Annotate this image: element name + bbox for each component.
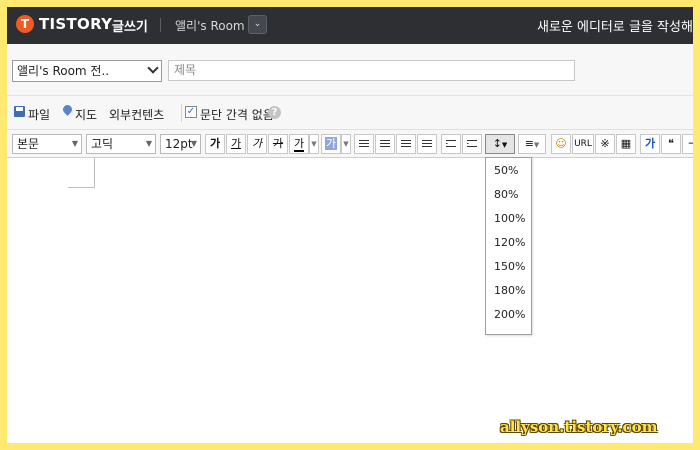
list-button[interactable]: ≡▼ bbox=[518, 134, 546, 154]
font-family-select[interactable]: 고딕 ▼ bbox=[86, 134, 156, 154]
map-pin-icon[interactable] bbox=[62, 105, 73, 118]
box-button[interactable]: 가 bbox=[640, 134, 660, 154]
divider bbox=[160, 18, 161, 32]
title-row: 앨리's Room 전.. 제목 bbox=[7, 44, 693, 96]
external-content-button[interactable]: 외부컨텐츠 bbox=[109, 106, 164, 123]
line-height-option-150[interactable]: 150% bbox=[494, 260, 525, 273]
title-input[interactable]: 제목 bbox=[168, 60, 575, 81]
font-color-button[interactable]: 가 bbox=[289, 134, 309, 154]
help-icon[interactable]: ? bbox=[268, 106, 281, 119]
strikethrough-button[interactable]: 가 bbox=[268, 134, 288, 154]
indent-icon bbox=[446, 140, 456, 149]
url-button[interactable]: URL bbox=[572, 134, 594, 154]
align-center-icon bbox=[380, 140, 390, 149]
line-height-menu: 50% 80% 100% 120% 150% 180% 200% bbox=[485, 157, 532, 335]
page-corner-marker bbox=[68, 158, 95, 188]
outdent-button[interactable] bbox=[462, 134, 482, 154]
top-bar: T TISTORY 글쓰기 앨리's Room ⌄ 새로운 에디터로 글을 작성… bbox=[7, 7, 693, 44]
align-center-button[interactable] bbox=[375, 134, 395, 154]
triangle-down-icon: ▼ bbox=[145, 139, 152, 148]
asterisk-icon: ※ bbox=[600, 137, 610, 150]
numbered-list-icon: ≡ bbox=[524, 137, 534, 150]
table-button[interactable]: ▦ bbox=[616, 134, 636, 154]
align-left-icon bbox=[359, 140, 369, 149]
font-family-value: 고딕 bbox=[91, 137, 114, 151]
horizontal-line-icon: ─ bbox=[688, 137, 693, 150]
format-toolbar: 본문 ▼ 고딕 ▼ 12pt ▼ 가 가 가 가 가 ▼ 가 ▼ ↕▼ ≡▼ ☺ UR… bbox=[7, 130, 693, 158]
paragraph-gap-checkbox[interactable]: ✓ bbox=[185, 106, 197, 118]
map-button[interactable]: 지도 bbox=[75, 106, 97, 123]
line-height-icon: ↕ bbox=[492, 137, 502, 150]
italic-button[interactable]: 가 bbox=[247, 134, 267, 154]
new-editor-link[interactable]: 새로운 에디터로 글을 작성해 bbox=[537, 16, 693, 35]
line-height-option-200[interactable]: 200% bbox=[494, 308, 525, 321]
triangle-down-icon: ▼ bbox=[190, 139, 197, 148]
tistory-logo[interactable]: TISTORY bbox=[39, 15, 112, 33]
line-height-option-180[interactable]: 180% bbox=[494, 284, 525, 297]
file-button[interactable]: 파일 bbox=[28, 106, 50, 123]
bold-button[interactable]: 가 bbox=[205, 134, 225, 154]
highlight-dropdown[interactable]: ▼ bbox=[341, 134, 351, 154]
font-color-label: 가 bbox=[293, 137, 305, 152]
justify-button[interactable] bbox=[417, 134, 437, 154]
quote-button[interactable]: ❝ bbox=[661, 134, 681, 154]
align-right-button[interactable] bbox=[396, 134, 416, 154]
table-icon: ▦ bbox=[620, 137, 632, 150]
file-icon[interactable] bbox=[14, 106, 25, 117]
paragraph-gap-label: 문단 간격 없음 bbox=[200, 108, 274, 122]
font-size-select[interactable]: 12pt ▼ bbox=[160, 134, 201, 154]
chevron-down-icon bbox=[147, 62, 159, 74]
divider-line-button[interactable]: ─ bbox=[682, 134, 693, 154]
font-size-value: 12pt bbox=[165, 137, 193, 151]
underline-button[interactable]: 가 bbox=[226, 134, 246, 154]
highlight-button[interactable]: 가 bbox=[321, 134, 341, 154]
attach-toolbar: 파일 지도 외부컨텐츠 ✓ 문단 간격 없음 ? bbox=[7, 96, 693, 130]
editor-window: T TISTORY 글쓰기 앨리's Room ⌄ 새로운 에디터로 글을 작성… bbox=[7, 7, 693, 443]
special-char-button[interactable]: ※ bbox=[595, 134, 615, 154]
smiley-icon: ☺ bbox=[555, 137, 567, 150]
line-height-option-80[interactable]: 80% bbox=[494, 188, 518, 201]
line-height-option-120[interactable]: 120% bbox=[494, 236, 525, 249]
justify-icon bbox=[422, 140, 432, 149]
triangle-down-icon: ▼ bbox=[71, 139, 78, 148]
page-title: 글쓰기 bbox=[112, 20, 148, 35]
category-value: 앨리's Room 전.. bbox=[17, 64, 110, 78]
triangle-down-icon: ▼ bbox=[501, 141, 508, 149]
line-height-button[interactable]: ↕▼ bbox=[485, 134, 515, 154]
triangle-down-icon: ▼ bbox=[533, 141, 540, 149]
line-height-option-50[interactable]: 50% bbox=[494, 164, 518, 177]
tistory-logo-icon[interactable]: T bbox=[16, 15, 34, 33]
blog-name[interactable]: 앨리's Room bbox=[175, 17, 245, 34]
divider bbox=[181, 104, 182, 122]
font-color-dropdown[interactable]: ▼ bbox=[309, 134, 319, 154]
align-left-button[interactable] bbox=[354, 134, 374, 154]
chevron-down-icon[interactable]: ⌄ bbox=[248, 15, 267, 34]
highlight-label: 가 bbox=[324, 137, 338, 150]
category-select[interactable]: 앨리's Room 전.. bbox=[12, 60, 162, 82]
indent-button[interactable] bbox=[441, 134, 461, 154]
align-right-icon bbox=[401, 140, 411, 149]
line-height-option-100[interactable]: 100% bbox=[494, 212, 525, 225]
outdent-icon bbox=[467, 140, 477, 149]
blog-watermark: allyson.tistory.com bbox=[500, 418, 658, 436]
paragraph-style-select[interactable]: 본문 ▼ bbox=[12, 134, 82, 154]
emoticon-button[interactable]: ☺ bbox=[551, 134, 571, 154]
editor-content-area[interactable] bbox=[7, 158, 693, 443]
paragraph-style-value: 본문 bbox=[17, 137, 40, 151]
